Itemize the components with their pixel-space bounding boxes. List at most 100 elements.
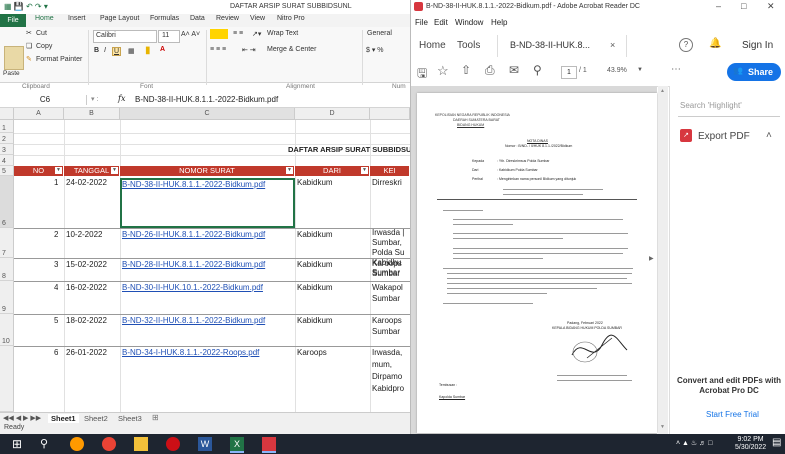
cut-icon[interactable]: ✂ — [26, 29, 32, 37]
menu-window[interactable]: Window — [455, 18, 483, 27]
scrollbar[interactable]: ▲ ▼ — [658, 86, 668, 434]
filter-dropdown-icon[interactable]: ▼ — [286, 167, 293, 174]
column-header-a[interactable]: A — [14, 108, 64, 120]
header-no[interactable]: NO ▼ — [14, 166, 64, 176]
upload-icon[interactable]: ⇧ — [461, 63, 471, 77]
minimize-icon[interactable]: – — [716, 1, 721, 11]
cell-no[interactable]: 3 — [52, 260, 58, 269]
sheet-tab-2[interactable]: Sheet2 — [84, 414, 108, 423]
tab-home-acro[interactable]: Home — [419, 40, 446, 51]
bold-icon[interactable]: B — [94, 47, 99, 54]
select-all-corner[interactable] — [0, 108, 14, 120]
format-painter-button[interactable]: Format Painter — [36, 56, 82, 63]
row-header-6[interactable]: 6 — [0, 176, 14, 228]
row-header-1[interactable]: 1 — [0, 120, 14, 133]
align-left-icon[interactable]: ≡ ≡ ≡ — [210, 46, 226, 53]
cell-to[interactable]: Dirreskri — [370, 178, 410, 187]
new-sheet-icon[interactable]: ⊞ — [152, 413, 159, 422]
row-header-4[interactable]: 4 — [0, 155, 14, 166]
cell-file-link[interactable]: B-ND-26-II-HUK.8.1.1.-2022-Bidkum.pdf — [120, 230, 295, 239]
cell-to[interactable]: Wakapol Sumbar — [370, 282, 410, 304]
export-pdf-icon[interactable]: ↗ — [680, 129, 692, 142]
row-header-8[interactable]: 8 — [0, 258, 14, 281]
row-header-10[interactable]: 10 — [0, 314, 14, 346]
zoom-level[interactable]: 43.9% — [607, 67, 627, 74]
scroll-down-icon[interactable]: ▼ — [660, 424, 665, 430]
start-free-trial-link[interactable]: Start Free Trial — [706, 410, 759, 419]
number-format-select[interactable]: General — [367, 30, 392, 37]
copy-icon[interactable]: ❏ — [26, 42, 32, 50]
accounting-format-icon[interactable]: $ ▾ % — [366, 46, 384, 54]
cell-from[interactable]: Kabidkum — [295, 230, 333, 239]
quick-access-toolbar[interactable]: ▦ 💾 ↶ ↷ ▾ — [4, 2, 48, 11]
format-painter-icon[interactable]: ✎ — [26, 55, 32, 63]
cell-no[interactable]: 4 — [52, 283, 58, 292]
tab-data[interactable]: Data — [190, 15, 205, 22]
maximize-icon[interactable]: □ — [741, 1, 746, 11]
file-explorer-icon[interactable] — [134, 437, 148, 451]
menu-edit[interactable]: Edit — [434, 18, 448, 27]
cell-to[interactable]: Irwasda, mum, Dirpamo Kabidpro — [370, 347, 410, 395]
tab-formulas[interactable]: Formulas — [150, 15, 179, 22]
cell-to[interactable]: Karoops Sumbar — [370, 259, 410, 279]
paste-button[interactable]: Paste — [3, 70, 20, 77]
export-pdf-button[interactable]: Export PDF — [698, 131, 750, 142]
italic-icon[interactable]: I — [104, 47, 106, 54]
cell-from[interactable]: Kabidkum — [295, 283, 333, 292]
formula-input[interactable]: B-ND-38-II-HUK.8.1.1.-2022-Bidkum.pdf — [135, 95, 278, 104]
cell-date[interactable]: 16-02-2022 — [64, 283, 107, 292]
cell-date[interactable]: 15-02-2022 — [64, 260, 107, 269]
header-tanggal[interactable]: TANGGAL ▼ — [64, 166, 120, 176]
notification-bell-icon[interactable]: 🔔 — [709, 38, 721, 49]
cell-date[interactable]: 10-2-2022 — [64, 230, 102, 239]
save-icon[interactable]: 🖫 — [417, 64, 427, 85]
chevron-up-icon[interactable]: ˄ — [766, 130, 772, 141]
page-number-input[interactable]: 1 — [561, 66, 577, 79]
column-header-b[interactable]: B — [64, 108, 120, 120]
column-header-d[interactable]: D — [295, 108, 370, 120]
pdf-page[interactable]: KEPOLISIAN NEGARA REPUBLIK INDONESIA DAE… — [417, 93, 657, 433]
cell-date[interactable]: 24-02-2022 — [64, 178, 107, 187]
tab-document[interactable]: B-ND-38-II-HUK.8... × — [497, 35, 627, 57]
tools-search-input[interactable]: Search 'Highlight' — [680, 101, 742, 110]
cell-file-link[interactable]: B-ND-38-II-HUK.8.1.1.-2022-Bidkum.pdf — [120, 178, 295, 228]
menu-file[interactable]: File — [415, 18, 428, 27]
header-dari[interactable]: DARI ▼ — [295, 166, 370, 176]
tab-review[interactable]: Review — [216, 15, 239, 22]
tools-search[interactable]: Search 'Highlight' — [678, 98, 780, 117]
cut-button[interactable]: Cut — [36, 30, 47, 37]
name-box[interactable]: C6 — [4, 95, 87, 105]
font-grow-shrink-icon[interactable]: A˄ A˅ — [181, 31, 200, 38]
cell-no[interactable]: 6 — [52, 348, 58, 357]
underline-icon[interactable]: U — [112, 47, 122, 56]
acrobat-taskbar-icon[interactable] — [262, 437, 276, 453]
scroll-up-icon[interactable]: ▲ — [660, 88, 665, 94]
row-header-7[interactable]: 7 — [0, 228, 14, 258]
function-icon[interactable]: fx — [118, 94, 125, 103]
paste-icon[interactable] — [4, 46, 24, 70]
sign-in-button[interactable]: Sign In — [742, 40, 773, 51]
header-nomor-surat[interactable]: NOMOR SURAT ▼ — [120, 166, 295, 176]
bookmark-star-icon[interactable]: ☆ — [437, 63, 449, 79]
zoom-dropdown-icon[interactable]: ▼ — [637, 67, 643, 73]
name-box-dropdown-icon[interactable]: ▾ : — [91, 95, 98, 103]
cell-date[interactable]: 18-02-2022 — [64, 316, 107, 325]
tab-page-layout[interactable]: Page Layout — [100, 15, 139, 22]
filter-dropdown-icon[interactable]: ▼ — [111, 167, 118, 174]
font-color-icon[interactable]: A — [160, 46, 165, 53]
row-header-9[interactable]: 9 — [0, 281, 14, 314]
zoom-search-icon[interactable]: ⚲ — [533, 63, 542, 77]
sheet-tab-1[interactable]: Sheet1 — [48, 414, 79, 423]
row-header-11[interactable] — [0, 346, 14, 412]
cell-to[interactable]: Karoops Sumbar — [370, 315, 410, 337]
cell-from[interactable]: Karoops — [295, 348, 327, 357]
tab-view[interactable]: View — [250, 15, 265, 22]
excel-taskbar-icon[interactable]: X — [230, 437, 244, 453]
word-icon[interactable]: W — [198, 437, 212, 451]
chrome-icon[interactable] — [102, 437, 116, 451]
orientation-icon[interactable]: ↗▾ — [252, 30, 261, 38]
row-header-2[interactable]: 2 — [0, 133, 14, 144]
notifications-icon[interactable]: ▤ — [772, 437, 781, 448]
sheet-nav-arrows-icon[interactable]: ◀◀ ◀ ▶ ▶▶ — [3, 414, 41, 422]
tab-tools[interactable]: Tools — [457, 40, 480, 51]
